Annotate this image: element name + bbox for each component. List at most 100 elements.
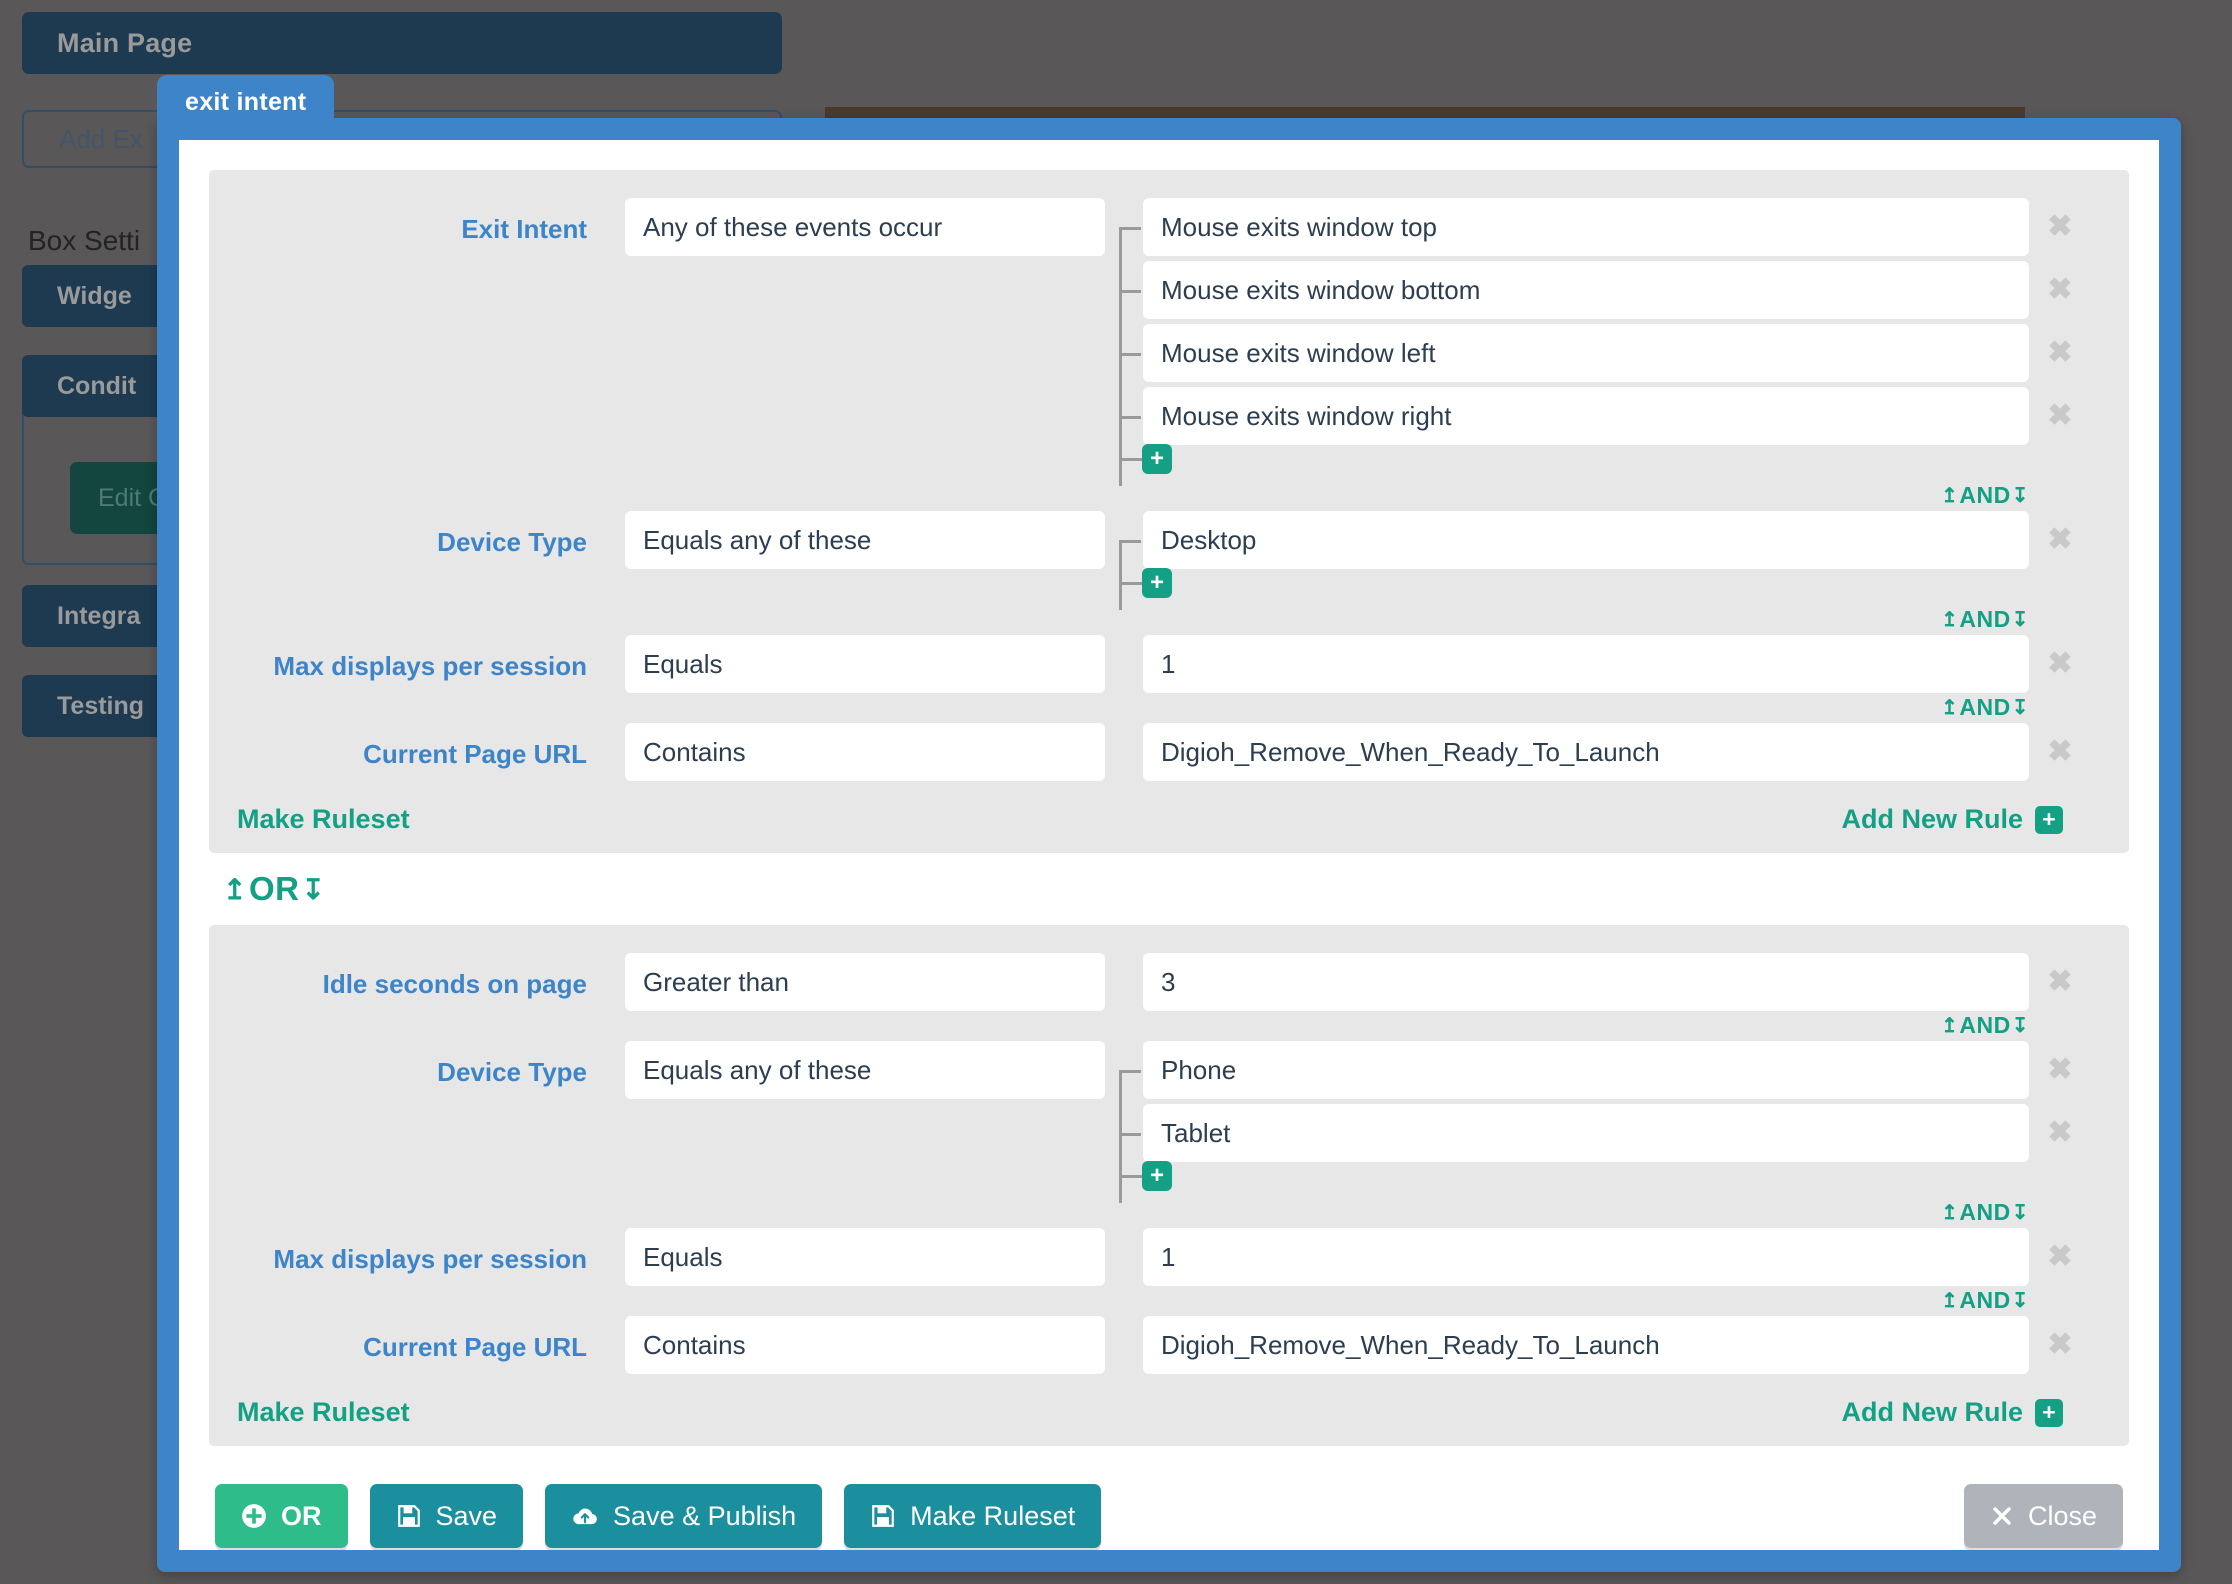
condition-values-column: Digioh_Remove_When_Ready_To_Launch ✖ [1105, 1316, 2091, 1379]
modal-footer-toolbar: OR Save Save & Publish Make Ruleset Clos… [209, 1484, 2129, 1548]
condition-value-input[interactable]: Digioh_Remove_When_Ready_To_Launch [1143, 723, 2029, 781]
and-connector-label: AND [1959, 606, 2011, 632]
add-or-button[interactable]: OR [215, 1484, 348, 1548]
condition-value-item: Mouse exits window top ✖ [1119, 198, 2091, 256]
plus-square-icon[interactable]: + [1142, 1161, 1172, 1191]
close-button[interactable]: Close [1963, 1484, 2123, 1548]
add-new-rule-label: Add New Rule [1841, 804, 2023, 834]
cloud-upload-icon [571, 1503, 599, 1529]
ruleset-card: Exit Intent Any of these events occur Mous… [209, 170, 2129, 853]
tree-branch-connector [1119, 1133, 1141, 1136]
ruleset-rules: Idle seconds on page Greater than 3 ✖ ↥ AND ↧ D… [233, 953, 2093, 1379]
condition-operator-select-wrap: Contains [625, 1316, 1105, 1374]
or-connector-badge: ↥ OR ↧ [223, 870, 325, 908]
condition-value-input[interactable]: 1 [1143, 635, 2029, 693]
delete-x-icon[interactable]: ✖ [2029, 1316, 2091, 1374]
delete-x-icon[interactable]: ✖ [2029, 953, 2091, 1011]
or-connector-label: OR [248, 870, 300, 907]
and-connector-label: AND [1959, 1199, 2011, 1225]
floppy-disk-icon [396, 1503, 422, 1529]
make-ruleset-link[interactable]: Make Ruleset [237, 804, 410, 835]
make-ruleset-button[interactable]: Make Ruleset [844, 1484, 1102, 1548]
and-connector-label: AND [1959, 694, 2011, 720]
add-new-rule-link[interactable]: Add New Rule + [1841, 1397, 2063, 1428]
plus-square-icon: + [2035, 805, 2063, 834]
and-connector-label: AND [1959, 1012, 2011, 1038]
condition-value-item: Tablet ✖ [1119, 1104, 2091, 1162]
condition-value-input[interactable]: Phone [1143, 1041, 2029, 1099]
condition-operator-select-wrap: Contains [625, 723, 1105, 781]
ruleset-rules: Exit Intent Any of these events occur Mous… [233, 198, 2093, 786]
and-connector-badge[interactable]: ↥ AND ↧ [1941, 606, 2029, 633]
add-value-row: + [1119, 568, 2091, 610]
arrow-down-icon: ↧ [301, 873, 326, 905]
and-connector-badge[interactable]: ↥ AND ↧ [1941, 1287, 2029, 1314]
add-new-rule-link[interactable]: Add New Rule + [1841, 804, 2063, 835]
and-connector-badge[interactable]: ↥ AND ↧ [1941, 1199, 2029, 1226]
add-value-row: + [1119, 1161, 2091, 1203]
condition-operator-select[interactable]: Greater than [625, 953, 1105, 1011]
condition-value-input[interactable]: Mouse exits window right [1143, 387, 2029, 445]
save-and-publish-button-label: Save & Publish [613, 1500, 797, 1531]
ruleset-footer: Make Ruleset Add New Rule + [233, 1397, 2093, 1428]
condition-rule-label: Exit Intent [461, 214, 587, 244]
condition-operator-select[interactable]: Equals any of these [625, 1041, 1105, 1099]
delete-x-icon[interactable]: ✖ [2029, 198, 2091, 256]
condition-operator-select-wrap: Equals [625, 635, 1105, 693]
condition-value-input[interactable]: Tablet [1143, 1104, 2029, 1162]
arrow-up-icon: ↥ [223, 873, 247, 905]
condition-rule-row: Current Page URL Contains Digioh_Remove_Wh… [235, 1316, 2091, 1379]
ruleset-card: Idle seconds on page Greater than 3 ✖ ↥ AND ↧ D… [209, 925, 2129, 1446]
delete-x-icon[interactable]: ✖ [2029, 387, 2091, 445]
and-connector-label: AND [1959, 1287, 2011, 1313]
delete-x-icon[interactable]: ✖ [2029, 261, 2091, 319]
condition-operator-select[interactable]: Contains [625, 1316, 1105, 1374]
plus-circle-icon [241, 1503, 267, 1529]
arrow-down-icon: ↧ [2011, 1202, 2029, 1224]
condition-rule-row: Current Page URL Contains Digioh_Remove_Wh… [235, 723, 2091, 786]
delete-x-icon[interactable]: ✖ [2029, 723, 2091, 781]
delete-x-icon[interactable]: ✖ [2029, 635, 2091, 693]
condition-operator-select[interactable]: Equals [625, 1228, 1105, 1286]
make-ruleset-button-label: Make Ruleset [910, 1500, 1076, 1531]
condition-operator-select[interactable]: Any of these events occur [625, 198, 1105, 256]
tree-branch-connector [1119, 1070, 1141, 1073]
condition-value-input[interactable]: Mouse exits window bottom [1143, 261, 2029, 319]
plus-square-icon[interactable]: + [1142, 444, 1172, 474]
and-connector-badge[interactable]: ↥ AND ↧ [1941, 694, 2029, 721]
and-connector-row: ↥ AND ↧ [235, 1199, 2091, 1226]
condition-value-input[interactable]: Mouse exits window left [1143, 324, 2029, 382]
delete-x-icon[interactable]: ✖ [2029, 324, 2091, 382]
condition-operator-select[interactable]: Contains [625, 723, 1105, 781]
save-and-publish-button[interactable]: Save & Publish [545, 1484, 823, 1548]
condition-value-input[interactable]: 3 [1143, 953, 2029, 1011]
condition-values-column: Phone ✖ Tablet ✖ + [1105, 1041, 2091, 1203]
arrow-down-icon: ↧ [2011, 485, 2029, 507]
delete-x-icon[interactable]: ✖ [2029, 511, 2091, 569]
condition-rule-row: Device Type Equals any of these Desktop ✖ + [235, 511, 2091, 610]
condition-value-input[interactable]: Digioh_Remove_When_Ready_To_Launch [1143, 1316, 2029, 1374]
delete-x-icon[interactable]: ✖ [2029, 1228, 2091, 1286]
condition-values-column: Desktop ✖ + [1105, 511, 2091, 610]
plus-square-icon[interactable]: + [1142, 568, 1172, 598]
condition-rule-row: Device Type Equals any of these Phone ✖ Tabl… [235, 1041, 2091, 1203]
delete-x-icon[interactable]: ✖ [2029, 1104, 2091, 1162]
condition-value-input[interactable]: Mouse exits window top [1143, 198, 2029, 256]
condition-value-input[interactable]: Desktop [1143, 511, 2029, 569]
condition-operator-select[interactable]: Equals [625, 635, 1105, 693]
arrow-up-icon: ↥ [1941, 609, 1959, 631]
make-ruleset-link[interactable]: Make Ruleset [237, 1397, 410, 1428]
condition-value-item: Mouse exits window right ✖ [1119, 387, 2091, 445]
ruleset-footer: Make Ruleset Add New Rule + [233, 804, 2093, 835]
save-button[interactable]: Save [369, 1484, 524, 1548]
condition-value-input[interactable]: 1 [1143, 1228, 2029, 1286]
and-connector-row: ↥ AND ↧ [235, 694, 2091, 721]
tree-branch-connector [1119, 416, 1141, 419]
and-connector-label: AND [1959, 482, 2011, 508]
close-button-label: Close [2027, 1500, 2097, 1531]
and-connector-badge[interactable]: ↥ AND ↧ [1941, 1012, 2029, 1039]
condition-operator-select[interactable]: Equals any of these [625, 511, 1105, 569]
delete-x-icon[interactable]: ✖ [2029, 1041, 2091, 1099]
and-connector-badge[interactable]: ↥ AND ↧ [1941, 482, 2029, 509]
arrow-down-icon: ↧ [2011, 609, 2029, 631]
